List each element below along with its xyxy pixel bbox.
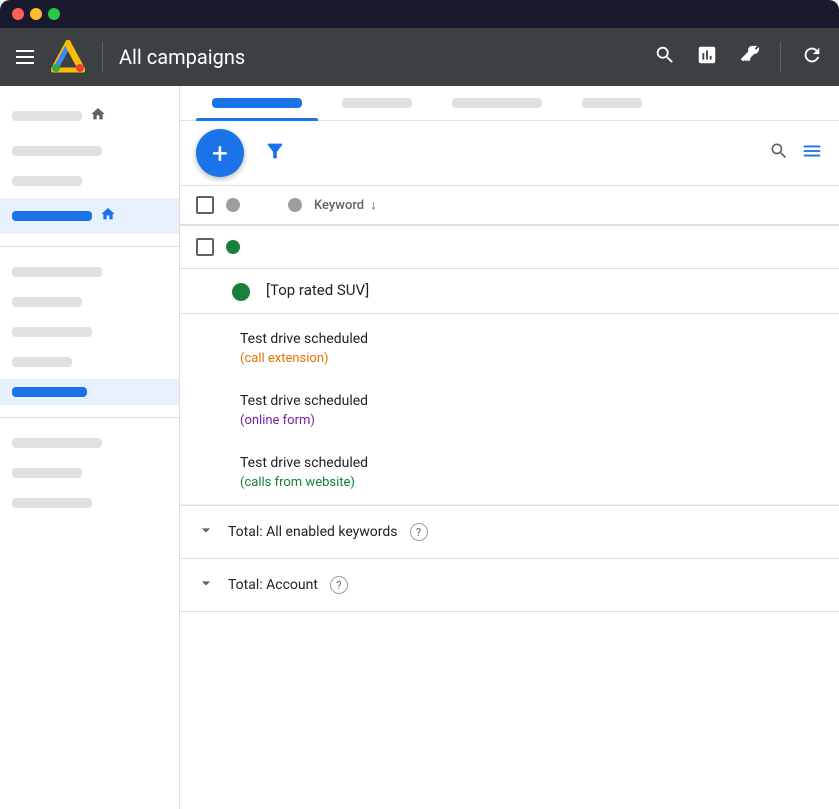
add-button[interactable]: +: [196, 129, 244, 177]
data-section-1: [Top rated SUV] Test drive scheduled (ca…: [180, 226, 839, 506]
sidebar-item-home-top[interactable]: [0, 98, 179, 134]
refresh-icon[interactable]: [801, 44, 823, 71]
row-status-dot: [226, 240, 240, 254]
add-icon: +: [212, 137, 228, 170]
sidebar-bar-8: [12, 438, 102, 448]
nav-icon-divider: [780, 42, 781, 72]
tab-4[interactable]: [566, 86, 658, 120]
sidebar-bar-2: [12, 146, 102, 156]
sidebar-separator-1: [0, 246, 179, 247]
sidebar-active-bar-2: [12, 387, 87, 397]
sidebar-bar-6: [12, 327, 92, 337]
sidebar-item-2[interactable]: [0, 168, 179, 194]
sidebar-item-4[interactable]: [0, 289, 179, 315]
chevron-down-icon-2: [196, 573, 216, 597]
sidebar-bar-9: [12, 468, 82, 478]
help-icon-2[interactable]: ?: [330, 576, 348, 594]
sidebar-bar-1: [12, 111, 82, 121]
home-icon-top: [90, 106, 106, 126]
conversion-name-2: Test drive scheduled: [240, 393, 368, 409]
toolbar-menu-icon[interactable]: [801, 140, 823, 167]
conversion-group: Test drive scheduled (call extension) Te…: [180, 314, 839, 505]
sidebar-item-7[interactable]: [0, 430, 179, 456]
toolbar: +: [180, 121, 839, 186]
row-checkbox[interactable]: [196, 238, 214, 256]
sidebar-bar-10: [12, 498, 92, 508]
total-account-row[interactable]: Total: Account ?: [180, 559, 839, 612]
search-icon[interactable]: [654, 44, 676, 71]
conversion-type-1: (call extension): [240, 351, 329, 366]
nav-actions: [654, 42, 823, 72]
tab-2-label: [342, 98, 412, 108]
sidebar-item-1[interactable]: [0, 138, 179, 164]
keyword-label: Keyword: [314, 198, 364, 213]
google-ads-logo: [50, 39, 86, 75]
main-layout: + Keyword ↓: [0, 86, 839, 809]
conversion-item-1: Test drive scheduled (call extension): [240, 322, 823, 372]
sidebar-bar-4: [12, 267, 102, 277]
sort-arrow-icon: ↓: [370, 197, 377, 213]
conversion-name-1: Test drive scheduled: [240, 331, 368, 347]
maximize-button[interactable]: [48, 8, 60, 20]
total-keywords-row[interactable]: Total: All enabled keywords ?: [180, 506, 839, 559]
chart-icon[interactable]: [696, 44, 718, 71]
tab-1[interactable]: [196, 86, 318, 120]
nav-divider: [102, 42, 103, 72]
conversion-type-3: (calls from website): [240, 475, 355, 490]
secondary-status-header: [288, 198, 302, 212]
nav-bar: All campaigns: [0, 28, 839, 86]
content-area: + Keyword ↓: [180, 86, 839, 809]
title-bar: [0, 0, 839, 28]
sidebar-separator-2: [0, 417, 179, 418]
conversion-item-2: Test drive scheduled (online form): [240, 384, 823, 434]
sidebar-item-5[interactable]: [0, 319, 179, 345]
tab-3-label: [452, 98, 542, 108]
chevron-down-icon-1: [196, 520, 216, 544]
select-all-checkbox[interactable]: [196, 196, 214, 214]
total-account-label: Total: Account: [228, 577, 318, 593]
tab-3[interactable]: [436, 86, 558, 120]
keyword-row: [Top rated SUV]: [180, 269, 839, 314]
tab-4-label: [582, 98, 642, 108]
sidebar-bar-3: [12, 176, 82, 186]
keyword-status-dot: [232, 283, 250, 301]
table-area: Keyword ↓ [Top rated SUV]: [180, 186, 839, 809]
status-header-dot: [226, 198, 240, 212]
hamburger-menu-button[interactable]: [16, 50, 34, 64]
sidebar-active-bar: [12, 211, 92, 221]
wrench-icon[interactable]: [738, 44, 760, 71]
table-header: Keyword ↓: [180, 186, 839, 226]
keyword-text: [Top rated SUV]: [266, 281, 369, 299]
sidebar: [0, 86, 180, 809]
sidebar-item-active[interactable]: [0, 198, 179, 234]
minimize-button[interactable]: [30, 8, 42, 20]
page-title: All campaigns: [119, 45, 638, 69]
sidebar-item-9[interactable]: [0, 490, 179, 516]
conversion-name-3: Test drive scheduled: [240, 455, 368, 471]
close-button[interactable]: [12, 8, 24, 20]
filter-icon[interactable]: [264, 140, 286, 167]
keyword-column-header[interactable]: Keyword ↓: [314, 197, 377, 213]
sidebar-item-active-2[interactable]: [0, 379, 179, 405]
conversion-type-2: (online form): [240, 413, 315, 428]
tab-bar: [180, 86, 839, 121]
tab-2[interactable]: [326, 86, 428, 120]
sidebar-item-6[interactable]: [0, 349, 179, 375]
sidebar-bar-5: [12, 297, 82, 307]
conversion-item-3: Test drive scheduled (calls from website…: [240, 446, 823, 496]
sidebar-item-3[interactable]: [0, 259, 179, 285]
sidebar-item-8[interactable]: [0, 460, 179, 486]
help-icon-1[interactable]: ?: [410, 523, 428, 541]
toolbar-search-icon[interactable]: [769, 141, 789, 166]
sidebar-bar-7: [12, 357, 72, 367]
table-row-header: [180, 226, 839, 269]
home-icon-active: [100, 206, 116, 226]
tab-1-label: [212, 98, 302, 108]
total-keywords-label: Total: All enabled keywords: [228, 524, 398, 540]
